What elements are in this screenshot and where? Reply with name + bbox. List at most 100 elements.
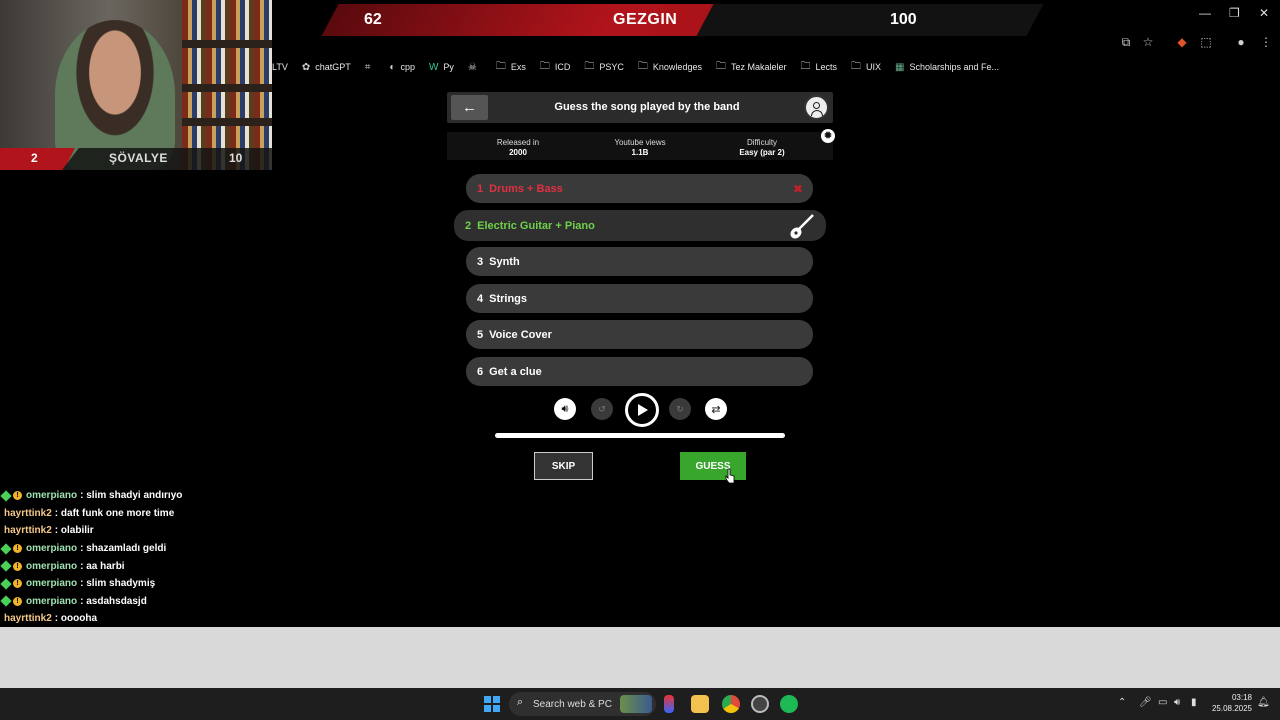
chat-text: : ooooha xyxy=(54,613,98,625)
track-number: 1 xyxy=(477,182,484,195)
rewind-5-button[interactable]: ↺ xyxy=(591,398,613,420)
minimize-icon[interactable]: — xyxy=(1199,6,1211,20)
settings-gear-icon[interactable]: ✹ xyxy=(821,129,835,143)
install-app-icon[interactable]: ⧉ xyxy=(1118,34,1134,50)
battery-icon[interactable]: ▮ xyxy=(1191,697,1197,708)
webcam-score-bar: 2 ŞÖVALYE 10 xyxy=(0,148,272,170)
chevron-up-icon[interactable]: ⌃ xyxy=(1118,697,1126,708)
hand-cursor-icon xyxy=(725,468,735,484)
track-option-5[interactable]: 5 Voice Cover xyxy=(466,320,813,349)
obs-icon[interactable] xyxy=(751,695,769,713)
diamond-badge-icon xyxy=(0,560,12,572)
clock-time: 03:18 xyxy=(1231,693,1252,702)
bookmark-label: Scholarships and Fe... xyxy=(909,62,1000,72)
file-explorer-icon[interactable] xyxy=(691,695,709,713)
figma-icon[interactable] xyxy=(664,695,674,713)
bookmark-item[interactable]: 🗀︎ PSYC xyxy=(584,58,624,76)
chat-username[interactable]: omerpiano xyxy=(26,543,77,554)
folder-icon: 🗀︎ xyxy=(584,60,595,72)
bookmark-item[interactable]: 🗀︎ Knowledges xyxy=(638,58,702,76)
notification-bell-icon[interactable]: 🔔︎ xyxy=(1257,697,1270,708)
grid-icon: ⌗ xyxy=(364,61,371,73)
skip-button[interactable]: SKIP xyxy=(534,452,593,480)
folder-icon: 🗀︎ xyxy=(851,60,862,72)
bookmark-item[interactable]: 🗀︎ UIX xyxy=(851,58,881,76)
display-icon[interactable]: ▭ xyxy=(1158,697,1167,708)
track-option-2[interactable]: 2 Electric Guitar + Piano xyxy=(454,210,826,241)
play-button[interactable] xyxy=(625,393,659,427)
bookmark-item[interactable]: W Py xyxy=(429,58,454,76)
chat-message: ! omerpiano: slim shadymiş xyxy=(0,575,280,593)
bookmarks-bar: LTV ✿ chatGPT ⌗ ◐ cpp W Py ☠ 🗀︎ Exs 🗀︎ ICD 🗀︎ PSYC 🗀︎ Kn… xyxy=(272,58,1013,76)
track-option-6[interactable]: 6 Get a clue xyxy=(466,357,813,386)
bookmark-item[interactable]: ☠ xyxy=(468,58,482,76)
rewind-5-icon: ↺ xyxy=(598,403,606,414)
chat-username[interactable]: omerpiano xyxy=(26,490,77,501)
game-title: Guess the song played by the band xyxy=(554,101,740,113)
score-banner-dark-shape xyxy=(696,4,1044,36)
cross-icon: ✖ xyxy=(792,181,803,196)
menu-kebab-icon[interactable]: ⋮ xyxy=(1258,34,1274,50)
chat-username[interactable]: hayrttink2 xyxy=(4,508,52,519)
chrome-icon[interactable] xyxy=(722,695,740,713)
windows-start-icon[interactable] xyxy=(484,696,500,712)
forward-5-button[interactable]: ↻ xyxy=(669,398,691,420)
restore-icon[interactable]: ❐ xyxy=(1229,6,1240,20)
bookmark-item[interactable]: ✿ chatGPT xyxy=(302,58,351,76)
chat-username[interactable]: omerpiano xyxy=(26,596,77,607)
clock[interactable]: 03:18 25.08.2025 xyxy=(1208,692,1252,714)
track-label: Strings xyxy=(489,292,528,305)
speaker-icon[interactable]: 🔊︎ xyxy=(1174,697,1180,708)
chat-username[interactable]: omerpiano xyxy=(26,578,77,589)
chat-message: ! omerpiano: shazamladı geldi xyxy=(0,540,280,558)
bookmark-star-icon[interactable]: ☆ xyxy=(1140,34,1156,50)
bookmark-item[interactable]: 🗀︎ Lects xyxy=(801,58,838,76)
profile-button[interactable] xyxy=(804,95,829,120)
chat-overlay: ! omerpiano: slim shadyi andırıyo hayrttin… xyxy=(0,487,280,628)
chat-message: hayrttink2: daft funk one more time xyxy=(0,505,280,523)
bookmark-item[interactable]: ▦ Scholarships and Fe... xyxy=(895,58,999,76)
game-header: ← Guess the song played by the band xyxy=(447,92,833,123)
song-stats: Released in 2000 Youtube views 1.1B Diff… xyxy=(447,132,833,160)
score-left: 62 xyxy=(364,11,382,28)
repeat-off-button[interactable]: ⇄ xyxy=(705,398,727,420)
folder-icon: 🗀︎ xyxy=(800,60,811,72)
chat-badges: ! xyxy=(0,578,22,590)
volume-button[interactable]: 🔊︎ xyxy=(554,398,576,420)
chat-message: hayrttink2: olabilir xyxy=(0,522,280,540)
bookmark-label: ICD xyxy=(554,62,571,72)
bookmark-item[interactable]: ⌗ xyxy=(365,58,376,76)
bookmark-item[interactable]: LTV xyxy=(272,58,288,76)
track-option-3[interactable]: 3 Synth xyxy=(466,247,813,276)
chat-text: : aa harbi xyxy=(80,560,125,572)
subscriber-badge-icon: ! xyxy=(13,561,22,571)
guess-button[interactable]: GUESS xyxy=(680,452,746,480)
track-number: 3 xyxy=(477,255,484,268)
extensions-puzzle-icon[interactable]: ⬚ xyxy=(1198,34,1214,50)
screen: 62 GEZGIN 100 — ❐ ✕ ⧉ ☆ ◆ ⬚ ● ⋮ LTV ✿ chat… xyxy=(0,0,1280,720)
track-number: 6 xyxy=(477,365,484,378)
stat-label: Released in xyxy=(496,138,540,147)
chat-username[interactable]: hayrttink2 xyxy=(4,613,52,624)
track-option-1[interactable]: 1 Drums + Bass ✖ xyxy=(466,174,813,203)
track-option-4[interactable]: 4 Strings xyxy=(466,284,813,313)
stat-difficulty: Difficulty Easy (par 2) xyxy=(712,138,812,158)
extension-fox-icon[interactable]: ◆ xyxy=(1174,34,1190,50)
bookmark-item[interactable]: ◐ cpp xyxy=(389,58,415,76)
close-icon[interactable]: ✕ xyxy=(1259,6,1269,20)
bookmark-item[interactable]: 🗀︎ ICD xyxy=(540,58,571,76)
chat-username[interactable]: hayrttink2 xyxy=(4,525,52,536)
score-title: GEZGIN xyxy=(613,11,678,28)
bookmark-item[interactable]: 🗀︎ Tez Makaleler xyxy=(716,58,787,76)
bookmark-label: LTV xyxy=(272,62,288,72)
profile-icon[interactable]: ● xyxy=(1233,34,1249,50)
stat-value: 2000 xyxy=(509,148,527,157)
stat-released: Released in 2000 xyxy=(468,138,568,158)
playback-progress-bar[interactable] xyxy=(495,433,785,438)
bookmark-item[interactable]: 🗀︎ Exs xyxy=(496,58,526,76)
chat-username[interactable]: omerpiano xyxy=(26,561,77,572)
taskbar: ⌕ Search web & PC ⌃ 🎤︎ ▭ 🔊︎ ▮ 03:18 25.0… xyxy=(0,688,1280,720)
microphone-icon[interactable]: 🎤︎ xyxy=(1139,697,1152,708)
diamond-badge-icon xyxy=(0,490,12,502)
spotify-icon[interactable] xyxy=(780,695,798,713)
